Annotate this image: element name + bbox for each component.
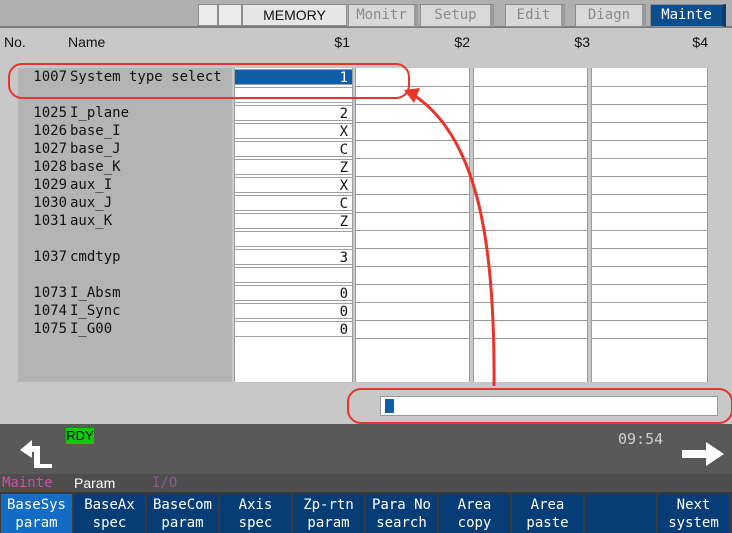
softkey[interactable]: Next system <box>658 494 729 533</box>
menu-param[interactable]: Param <box>74 474 134 492</box>
softkey[interactable]: BaseSys param <box>1 494 72 533</box>
softkey-line-1: Area <box>457 497 492 513</box>
softkey[interactable]: Area paste <box>512 494 583 533</box>
menu-io[interactable]: I/O <box>152 474 192 492</box>
menu-mainte[interactable]: Mainte <box>2 474 62 492</box>
softkey-line-1: Zp-rtn <box>303 497 354 513</box>
softkey-line-1: BaseAx <box>84 497 135 513</box>
softkey-line-2: system <box>668 515 719 531</box>
softkey-line-1: Para No <box>371 497 431 513</box>
softkey[interactable]: Para No search <box>366 494 437 533</box>
softkey-line-1: BaseSys <box>6 497 66 513</box>
softkey-line-2: search <box>376 515 427 531</box>
softkey[interactable]: Area copy <box>439 494 510 533</box>
softkey-line-2: param <box>15 515 58 531</box>
softkey[interactable]: Axis spec <box>220 494 291 533</box>
softkey[interactable]: BaseAx spec <box>74 494 145 533</box>
softkey-line-2: copy <box>457 515 492 531</box>
ready-indicator: RDY <box>66 428 94 444</box>
return-icon[interactable] <box>16 438 54 470</box>
softkey-line-2: param <box>161 515 204 531</box>
softkey-line-1: Area <box>530 497 565 513</box>
softkey-line-1: BaseCom <box>152 497 212 513</box>
softkey-line-2: spec <box>238 515 273 531</box>
softkey[interactable] <box>585 494 656 533</box>
softkey-line-1: Axis <box>238 497 273 513</box>
softkey[interactable]: BaseCom param <box>147 494 218 533</box>
softkey-line-2: param <box>307 515 350 531</box>
softkey-line-2: spec <box>92 515 127 531</box>
softkey[interactable]: Zp-rtn param <box>293 494 364 533</box>
clock: 09:54 <box>618 430 664 448</box>
next-arrow-icon[interactable] <box>682 442 724 466</box>
softkey-line-2: paste <box>526 515 569 531</box>
softkey-line-1: Next <box>676 497 711 513</box>
